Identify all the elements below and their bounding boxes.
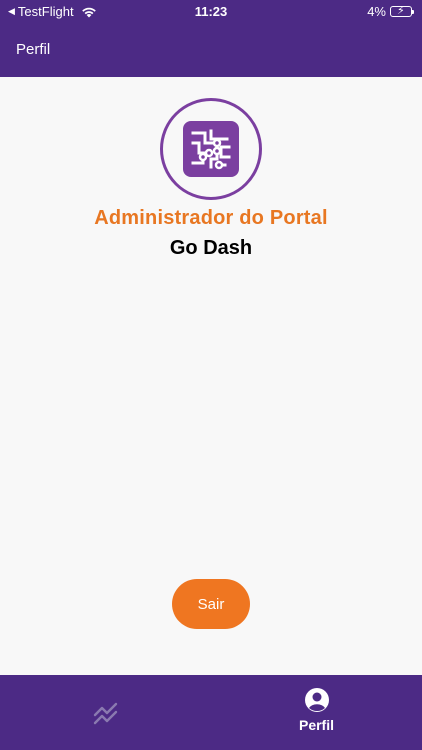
app-screen: ◀ TestFlight 11:23 4% ⚡ Perfil Administr… — [0, 0, 422, 750]
user-circle-icon — [304, 688, 329, 712]
status-time: 11:23 — [194, 4, 228, 19]
tab-perfil-label: Perfil — [298, 717, 334, 733]
tab-dashboard[interactable] — [0, 675, 211, 750]
trend-chart-icon — [93, 702, 117, 725]
profile-content: Administrador do Portal Go Dash Sair — [0, 77, 422, 675]
top-bar: ◀ TestFlight 11:23 4% ⚡ Perfil — [0, 0, 422, 77]
tab-bar: Perfil — [0, 675, 422, 750]
logout-button[interactable]: Sair — [172, 579, 250, 629]
avatar — [160, 98, 262, 200]
status-right: 4% ⚡ — [367, 4, 414, 19]
battery-charging-icon: ⚡ — [390, 5, 414, 17]
status-bar: ◀ TestFlight 11:23 4% ⚡ — [0, 0, 422, 22]
profile-name: Go Dash — [169, 237, 253, 259]
page-title: Perfil — [16, 41, 51, 58]
battery-percent: 4% — [367, 4, 386, 19]
profile-role: Administrador do Portal — [94, 207, 328, 229]
tab-perfil[interactable]: Perfil — [211, 675, 422, 750]
circuit-chip-icon — [183, 121, 239, 177]
